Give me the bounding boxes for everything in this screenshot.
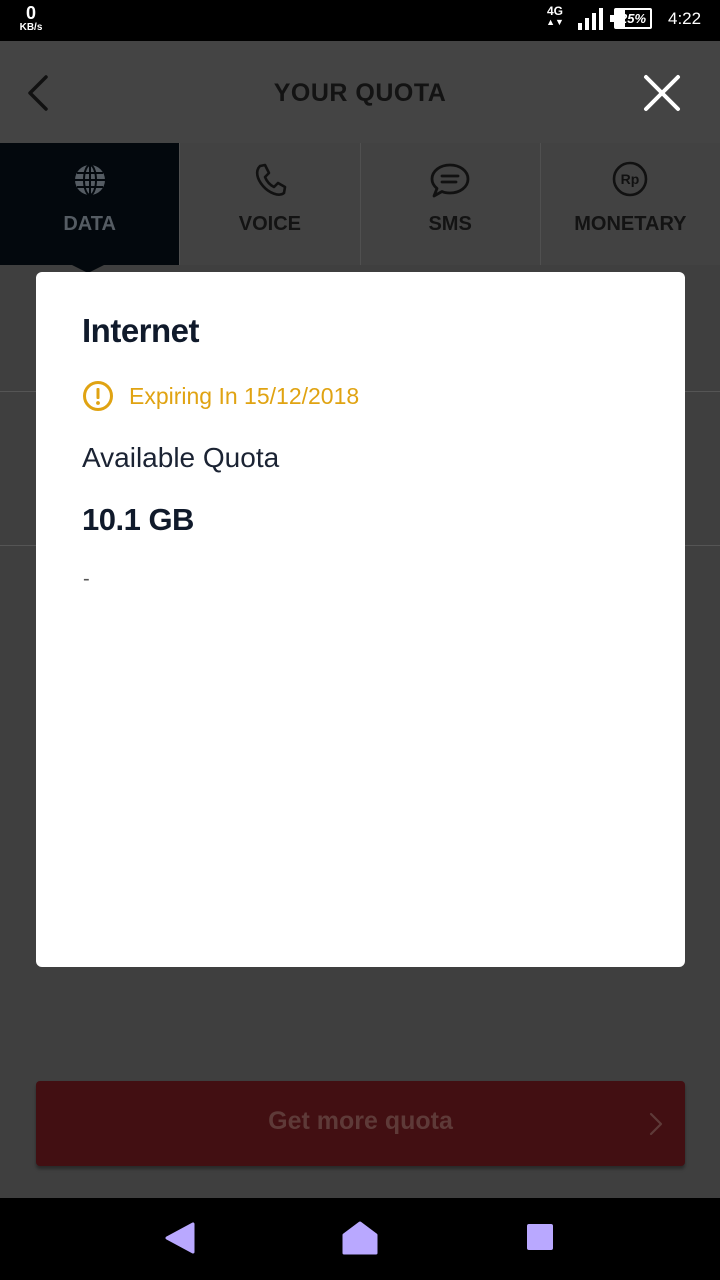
globe-icon — [74, 164, 105, 196]
quota-detail-dialog: Internet Expiring In 15/12/2018 Availabl… — [36, 272, 685, 967]
dialog-title: Internet — [82, 312, 200, 349]
network-speed-value: 0 — [25, 3, 36, 23]
warning-icon — [83, 381, 113, 411]
close-button[interactable] — [640, 71, 684, 115]
close-icon — [644, 75, 680, 111]
tab-monetary[interactable]: Rp MONETARY — [539, 143, 720, 265]
clock: 4:22 — [668, 9, 702, 28]
tab-data[interactable]: DATA — [0, 143, 180, 273]
quota-amount: 10.1 GB — [82, 502, 194, 537]
get-more-quota-label: Get more quota — [268, 1107, 453, 1135]
tab-voice-label: VOICE — [238, 213, 301, 235]
network-type-label: 4G — [546, 4, 563, 18]
tab-monetary-label: MONETARY — [574, 213, 687, 235]
rupiah-coin-icon: Rp — [613, 161, 648, 197]
battery-percent: 25% — [619, 11, 647, 26]
battery-icon: 25% — [610, 8, 652, 29]
chevron-right-icon — [649, 1112, 663, 1136]
status-bar: 0 KB/s 4G ▲▼ 25% 4:22 — [0, 0, 720, 41]
phone-icon — [255, 163, 287, 196]
tab-data-label: DATA — [63, 213, 116, 235]
quota-tabs: DATA VOICE SMS Rp MONETARY — [0, 143, 720, 273]
tab-voice[interactable]: VOICE — [179, 143, 359, 265]
nav-home-icon[interactable] — [341, 1220, 379, 1256]
svg-text:Rp: Rp — [621, 171, 640, 187]
expiry-row: Expiring In 15/12/2018 — [82, 380, 359, 412]
tab-sms[interactable]: SMS — [359, 143, 540, 265]
tab-sms-label: SMS — [428, 213, 472, 235]
nav-recents-icon[interactable] — [524, 1220, 556, 1254]
signal-icon — [578, 8, 603, 30]
available-quota-label: Available Quota — [82, 442, 280, 473]
network-type: 4G ▲▼ — [540, 5, 570, 27]
network-speed-unit: KB/s — [19, 22, 43, 33]
system-nav-bar — [0, 1198, 720, 1280]
quota-note: - — [83, 568, 90, 590]
app-header: YOUR QUOTA — [0, 41, 720, 143]
data-activity-icon: ▲▼ — [546, 16, 564, 27]
nav-back-icon[interactable] — [163, 1220, 197, 1256]
page-title: YOUR QUOTA — [273, 79, 447, 107]
get-more-quota-button[interactable]: Get more quota — [36, 1081, 685, 1166]
network-speed: 0 KB/s — [14, 4, 48, 33]
chat-bubble-icon — [430, 163, 470, 198]
expiry-text: Expiring In 15/12/2018 — [129, 382, 360, 409]
